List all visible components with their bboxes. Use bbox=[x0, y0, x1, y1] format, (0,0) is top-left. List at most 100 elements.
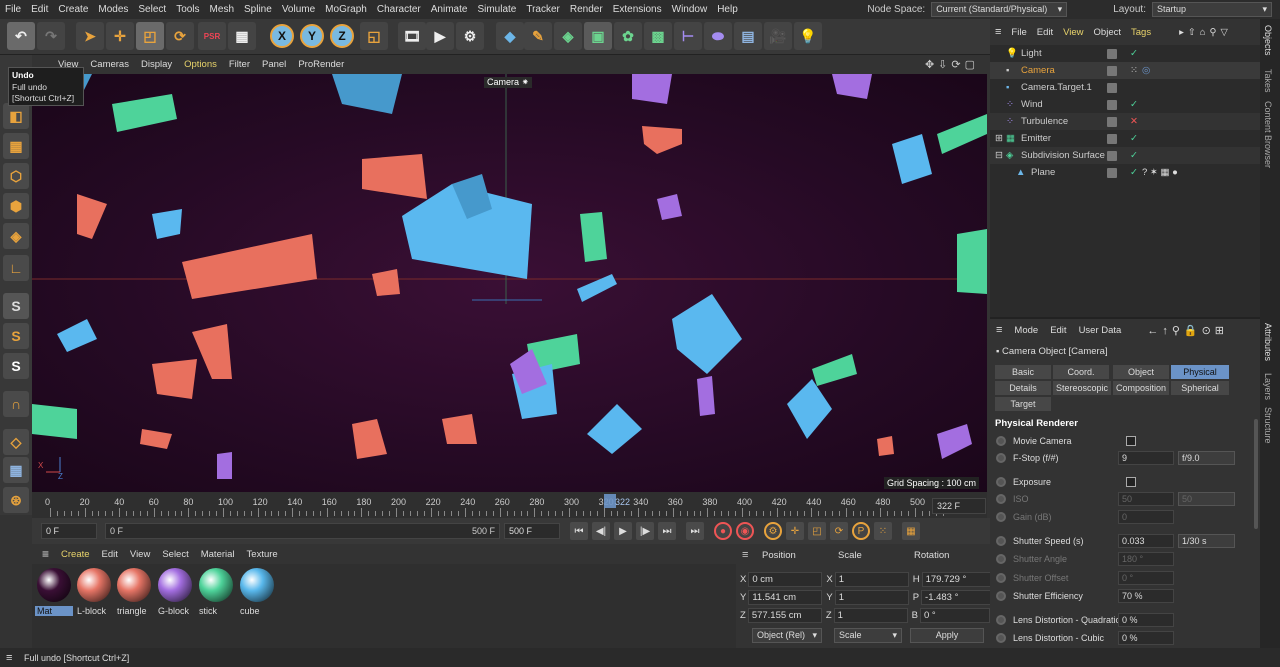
check-icon[interactable]: ✓ bbox=[1130, 48, 1138, 59]
points-mode-button[interactable]: ⬡ bbox=[3, 163, 29, 189]
shutter-preset-dropdown[interactable]: 1/30 s bbox=[1178, 533, 1235, 548]
tab-stereoscopic[interactable]: Stereoscopic bbox=[1053, 381, 1111, 395]
viewport[interactable]: X Z Camera ⁕ Grid Spacing : 100 cm bbox=[32, 74, 987, 492]
menu-extensions[interactable]: Extensions bbox=[608, 0, 667, 19]
scale-mode-dropdown[interactable]: Scale ▾ bbox=[834, 628, 902, 643]
layer-icon[interactable] bbox=[1107, 48, 1117, 59]
attr-nav-icons[interactable]: ←↑⚲🔒⊙⊞ bbox=[1141, 324, 1234, 337]
undo-button[interactable]: ↶ bbox=[7, 22, 35, 50]
rotation-b-field[interactable]: 0 ° bbox=[919, 608, 990, 623]
light-button[interactable]: 💡 bbox=[794, 22, 822, 50]
bend-deformer-button[interactable]: ⊢ bbox=[674, 22, 702, 50]
position-z-field[interactable]: 577.155 cm bbox=[747, 608, 822, 623]
anim-dot-icon[interactable] bbox=[996, 590, 1006, 601]
cube-object-button[interactable]: ◆ bbox=[496, 22, 524, 50]
coord-mode-dropdown[interactable]: Object (Rel) ▾ bbox=[752, 628, 822, 643]
z-axis-button[interactable]: Z bbox=[330, 24, 354, 48]
tab-object[interactable]: Object bbox=[1113, 365, 1169, 379]
x-axis-button[interactable]: X bbox=[270, 24, 294, 48]
hamburger-icon[interactable]: ≡ bbox=[742, 549, 748, 561]
check-icon[interactable]: ✓ bbox=[1130, 167, 1138, 178]
layer-icon[interactable] bbox=[1107, 99, 1117, 110]
attr-menu-user-data[interactable]: User Data bbox=[1073, 325, 1128, 336]
snap-button-3[interactable]: S bbox=[3, 353, 29, 379]
apply-button[interactable]: Apply bbox=[910, 628, 984, 643]
object-menu-file[interactable]: File bbox=[1006, 27, 1031, 38]
prev-key-button[interactable]: ◀| bbox=[592, 522, 610, 540]
tab-objects[interactable]: Objects bbox=[1263, 25, 1273, 56]
clapper-button[interactable]: ▦ bbox=[228, 22, 256, 50]
menu-window[interactable]: Window bbox=[667, 0, 713, 19]
play-button[interactable]: ▶ bbox=[614, 522, 632, 540]
object-row-plane[interactable]: ▲ Plane ✓ ? ✶ ▦ ● bbox=[990, 164, 1260, 181]
next-key-button[interactable]: |▶ bbox=[636, 522, 654, 540]
current-frame-field[interactable]: 322 F bbox=[932, 498, 986, 514]
node-space-dropdown[interactable]: Current (Standard/Physical) ▾ bbox=[931, 2, 1068, 17]
hamburger-icon[interactable]: ≡ bbox=[6, 652, 12, 664]
object-row-camera-target[interactable]: ▪ Camera.Target.1 bbox=[990, 79, 1260, 96]
movie-camera-checkbox[interactable] bbox=[1126, 435, 1136, 446]
autokey-button[interactable]: ◉ bbox=[736, 522, 754, 540]
subdivision-button[interactable]: ◈ bbox=[554, 22, 582, 50]
menu-render[interactable]: Render bbox=[565, 0, 608, 19]
tab-attributes[interactable]: Attributes bbox=[1263, 323, 1273, 361]
edges-mode-button[interactable]: ⬢ bbox=[3, 193, 29, 219]
tab-coord[interactable]: Coord. bbox=[1053, 365, 1109, 379]
texture-mode-button[interactable]: ▦ bbox=[3, 133, 29, 159]
viewport-menu-prorender[interactable]: ProRender bbox=[292, 59, 350, 70]
key-parameter-button[interactable]: P bbox=[852, 522, 870, 540]
object-menu-view[interactable]: View bbox=[1058, 27, 1088, 38]
menu-simulate[interactable]: Simulate bbox=[472, 0, 521, 19]
scale-x-field[interactable]: 1 bbox=[834, 572, 909, 587]
tab-content-browser[interactable]: Content Browser bbox=[1263, 101, 1273, 168]
menu-tools[interactable]: Tools bbox=[171, 0, 204, 19]
tag-icons[interactable]: ? ✶ ▦ ● bbox=[1142, 167, 1178, 178]
render-picture-button[interactable]: ▶ bbox=[426, 22, 454, 50]
check-icon[interactable]: ✓ bbox=[1130, 150, 1138, 161]
viewport-menu-options[interactable]: Options bbox=[178, 59, 223, 70]
pen-tool-button[interactable]: ✎ bbox=[524, 22, 552, 50]
tab-spherical[interactable]: Spherical bbox=[1171, 381, 1229, 395]
object-row-camera[interactable]: ▪ Camera ⁙ ◎ bbox=[990, 62, 1260, 79]
goto-last-button[interactable]: ⏭ bbox=[686, 522, 704, 540]
scale-tool-button[interactable]: ◰ bbox=[136, 22, 164, 50]
anim-dot-icon[interactable] bbox=[996, 535, 1006, 546]
attr-menu-edit[interactable]: Edit bbox=[1044, 325, 1072, 336]
polygons-mode-button[interactable]: ◈ bbox=[3, 223, 29, 249]
snap-button-1[interactable]: S bbox=[3, 293, 29, 319]
camera-button[interactable]: 🎥 bbox=[764, 22, 792, 50]
timeline-ruler[interactable]: 0 20 40 60 80 100 120 140 160 180 200 220 240 260 280 3… bbox=[32, 492, 987, 518]
anim-dot-icon[interactable] bbox=[996, 435, 1006, 446]
axis-mode-button[interactable]: ∟ bbox=[3, 255, 29, 281]
scale-y-field[interactable]: 1 bbox=[834, 590, 909, 605]
tab-physical[interactable]: Physical bbox=[1171, 365, 1229, 379]
start-frame-field[interactable]: 0 F bbox=[41, 523, 97, 539]
lens-quadratic-field[interactable]: 0 % bbox=[1118, 612, 1174, 627]
check-icon[interactable]: ✓ bbox=[1130, 133, 1138, 144]
key-pla-button[interactable]: ⁙ bbox=[874, 522, 892, 540]
layer-icon[interactable] bbox=[1107, 65, 1117, 76]
render-settings-button[interactable]: ⚙ bbox=[456, 22, 484, 50]
grid-button[interactable]: ▦ bbox=[3, 457, 29, 483]
material-swatch-cube[interactable]: cube bbox=[238, 568, 276, 616]
material-swatch-triangle[interactable]: triangle bbox=[115, 568, 153, 616]
hamburger-icon[interactable]: ≡ bbox=[990, 324, 1008, 336]
object-row-emitter[interactable]: ⊞ ▦ Emitter ✓ bbox=[990, 130, 1260, 147]
object-menu-tags[interactable]: Tags bbox=[1126, 27, 1156, 38]
world-coord-button[interactable]: ◱ bbox=[360, 22, 388, 50]
key-rotation-button[interactable]: ⟳ bbox=[830, 522, 848, 540]
hamburger-icon[interactable]: ≡ bbox=[990, 26, 1006, 38]
layer-icon[interactable] bbox=[1107, 167, 1117, 178]
material-swatch-g-block[interactable]: G-block bbox=[156, 568, 194, 616]
anim-dot-icon[interactable] bbox=[996, 632, 1006, 643]
shutter-efficiency-field[interactable]: 70 % bbox=[1118, 588, 1174, 603]
lock-grid-button[interactable]: ⊛ bbox=[3, 487, 29, 513]
goto-end-button[interactable]: ⏭ bbox=[658, 522, 676, 540]
floor-button[interactable]: ▤ bbox=[734, 22, 762, 50]
menu-file[interactable]: File bbox=[0, 0, 26, 19]
tab-takes[interactable]: Takes bbox=[1263, 69, 1273, 93]
anim-dot-icon[interactable] bbox=[996, 452, 1006, 463]
viewport-menu-filter[interactable]: Filter bbox=[223, 59, 256, 70]
record-button[interactable]: ● bbox=[714, 522, 732, 540]
range-slider[interactable]: 0 F 500 F bbox=[105, 523, 500, 539]
